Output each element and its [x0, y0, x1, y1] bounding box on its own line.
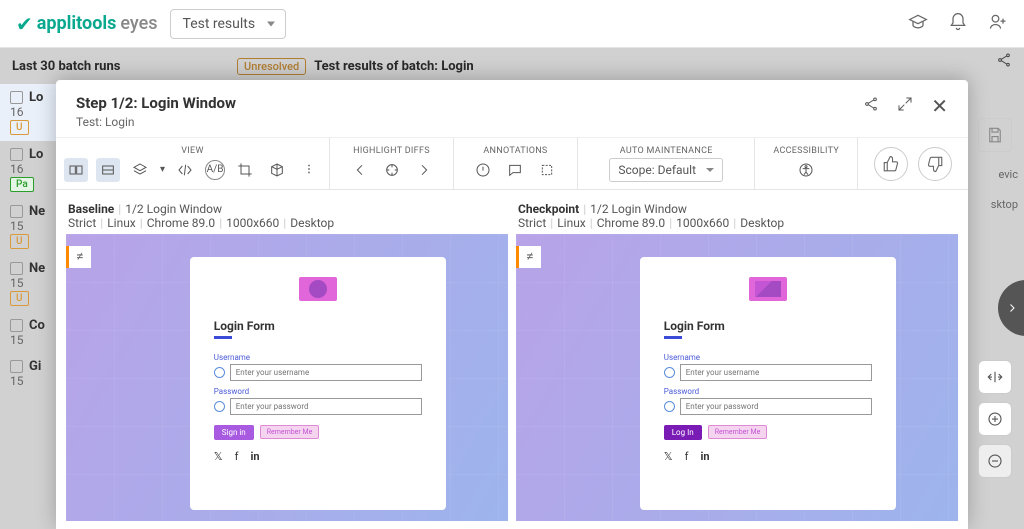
checkpoint-pane: Checkpoint|1/2 Login Window Strict|Linux… — [516, 198, 958, 521]
facebook-icon: f — [235, 450, 239, 463]
toolbar: VIEW ▾ A/B ⋮ HIGHLIGHT DIFFS ANNOTA — [56, 138, 968, 190]
expand-icon[interactable] — [897, 96, 913, 116]
layout-single-icon[interactable] — [96, 158, 120, 182]
password-input[interactable] — [230, 398, 422, 415]
linkedin-icon: in — [700, 450, 709, 463]
view-label: VIEW — [181, 146, 203, 156]
login-logo — [299, 277, 337, 301]
topbar-icons — [908, 12, 1008, 36]
nav-dropdown[interactable]: Test results — [170, 9, 287, 39]
login-title: Login Form — [664, 319, 872, 333]
diff-badge: ≠ — [516, 246, 541, 268]
more-icon[interactable]: ⋮ — [297, 158, 321, 182]
ab-icon[interactable]: A/B — [205, 160, 225, 180]
baseline-pane: Baseline|1/2 Login Window Strict|Linux|C… — [66, 198, 508, 521]
prev-diff-icon[interactable] — [348, 158, 372, 182]
education-icon[interactable] — [908, 12, 928, 36]
password-input[interactable] — [680, 398, 872, 415]
close-icon[interactable]: ✕ — [931, 94, 948, 118]
twitter-icon: 𝕏 — [664, 450, 673, 463]
twitter-icon: 𝕏 — [214, 450, 223, 463]
remember-toggle[interactable]: Remember Me — [260, 425, 320, 439]
lock-field-icon — [664, 401, 675, 412]
layers-icon[interactable] — [128, 158, 152, 182]
auto-label: AUTO MAINTENANCE — [620, 146, 713, 156]
zoom-panel — [978, 360, 1012, 478]
login-button[interactable]: Log In — [664, 425, 702, 440]
facebook-icon: f — [685, 450, 689, 463]
step-modal: Step 1/2: Login Window Test: Login ✕ VIE… — [56, 80, 968, 529]
user-icon[interactable] — [988, 12, 1008, 36]
checkpoint-preview[interactable]: ≠ Login Form Username Password Log InRem… — [516, 234, 958, 521]
target-icon[interactable] — [380, 158, 404, 182]
region-icon[interactable] — [535, 158, 559, 182]
next-diff-icon[interactable] — [412, 158, 436, 182]
compare-area: Baseline|1/2 Login Window Strict|Linux|C… — [56, 190, 968, 529]
bg-text-1: evic — [998, 168, 1018, 181]
code-icon[interactable] — [173, 158, 197, 182]
annotations-label: ANNOTATIONS — [483, 146, 547, 156]
baseline-preview[interactable]: ≠ Login Form Username Password Sign inRe… — [66, 234, 508, 521]
lock-field-icon — [214, 401, 225, 412]
login-title: Login Form — [214, 319, 422, 333]
remember-toggle[interactable]: Remember Me — [708, 425, 768, 439]
linkedin-icon: in — [250, 450, 259, 463]
username-input[interactable] — [680, 364, 872, 381]
zoom-out-icon[interactable] — [978, 444, 1012, 478]
logo-icon: ✔ — [16, 12, 33, 36]
username-input[interactable] — [230, 364, 422, 381]
modal-title: Step 1/2: Login Window — [76, 94, 236, 112]
zoom-in-icon[interactable] — [978, 402, 1012, 436]
login-card: Login Form Username Password Log InRemem… — [640, 257, 896, 510]
thumbs-up-button[interactable] — [874, 147, 908, 181]
signin-button[interactable]: Sign in — [214, 425, 254, 440]
bell-icon[interactable] — [948, 12, 968, 36]
crop-icon[interactable] — [233, 158, 257, 182]
modal-subtitle: Test: Login — [76, 115, 236, 129]
brand-bold: applitools — [37, 13, 117, 34]
modal-header: Step 1/2: Login Window Test: Login ✕ — [56, 80, 968, 138]
fit-width-icon[interactable] — [978, 360, 1012, 394]
user-field-icon — [664, 367, 675, 378]
highlight-label: HIGHLIGHT DIFFS — [353, 146, 430, 156]
accessibility-icon[interactable] — [794, 158, 818, 182]
logo: ✔ applitoolseyes — [16, 12, 158, 36]
issue-icon[interactable] — [471, 158, 495, 182]
user-field-icon — [214, 367, 225, 378]
cube-icon[interactable] — [265, 158, 289, 182]
share-icon[interactable] — [863, 96, 879, 116]
login-logo — [749, 277, 787, 301]
layout-split-icon[interactable] — [64, 158, 88, 182]
diff-badge: ≠ — [66, 246, 91, 268]
login-card: Login Form Username Password Sign inReme… — [190, 257, 446, 510]
bg-text-2: sktop — [991, 198, 1018, 211]
access-label: ACCESSIBILITY — [773, 146, 839, 156]
scope-select[interactable]: Scope: Default — [609, 158, 723, 182]
comment-icon[interactable] — [503, 158, 527, 182]
save-icon[interactable] — [978, 118, 1012, 152]
topbar: ✔ applitoolseyes Test results — [0, 0, 1024, 48]
brand-light: eyes — [120, 13, 157, 34]
thumbs-down-button[interactable] — [918, 147, 952, 181]
